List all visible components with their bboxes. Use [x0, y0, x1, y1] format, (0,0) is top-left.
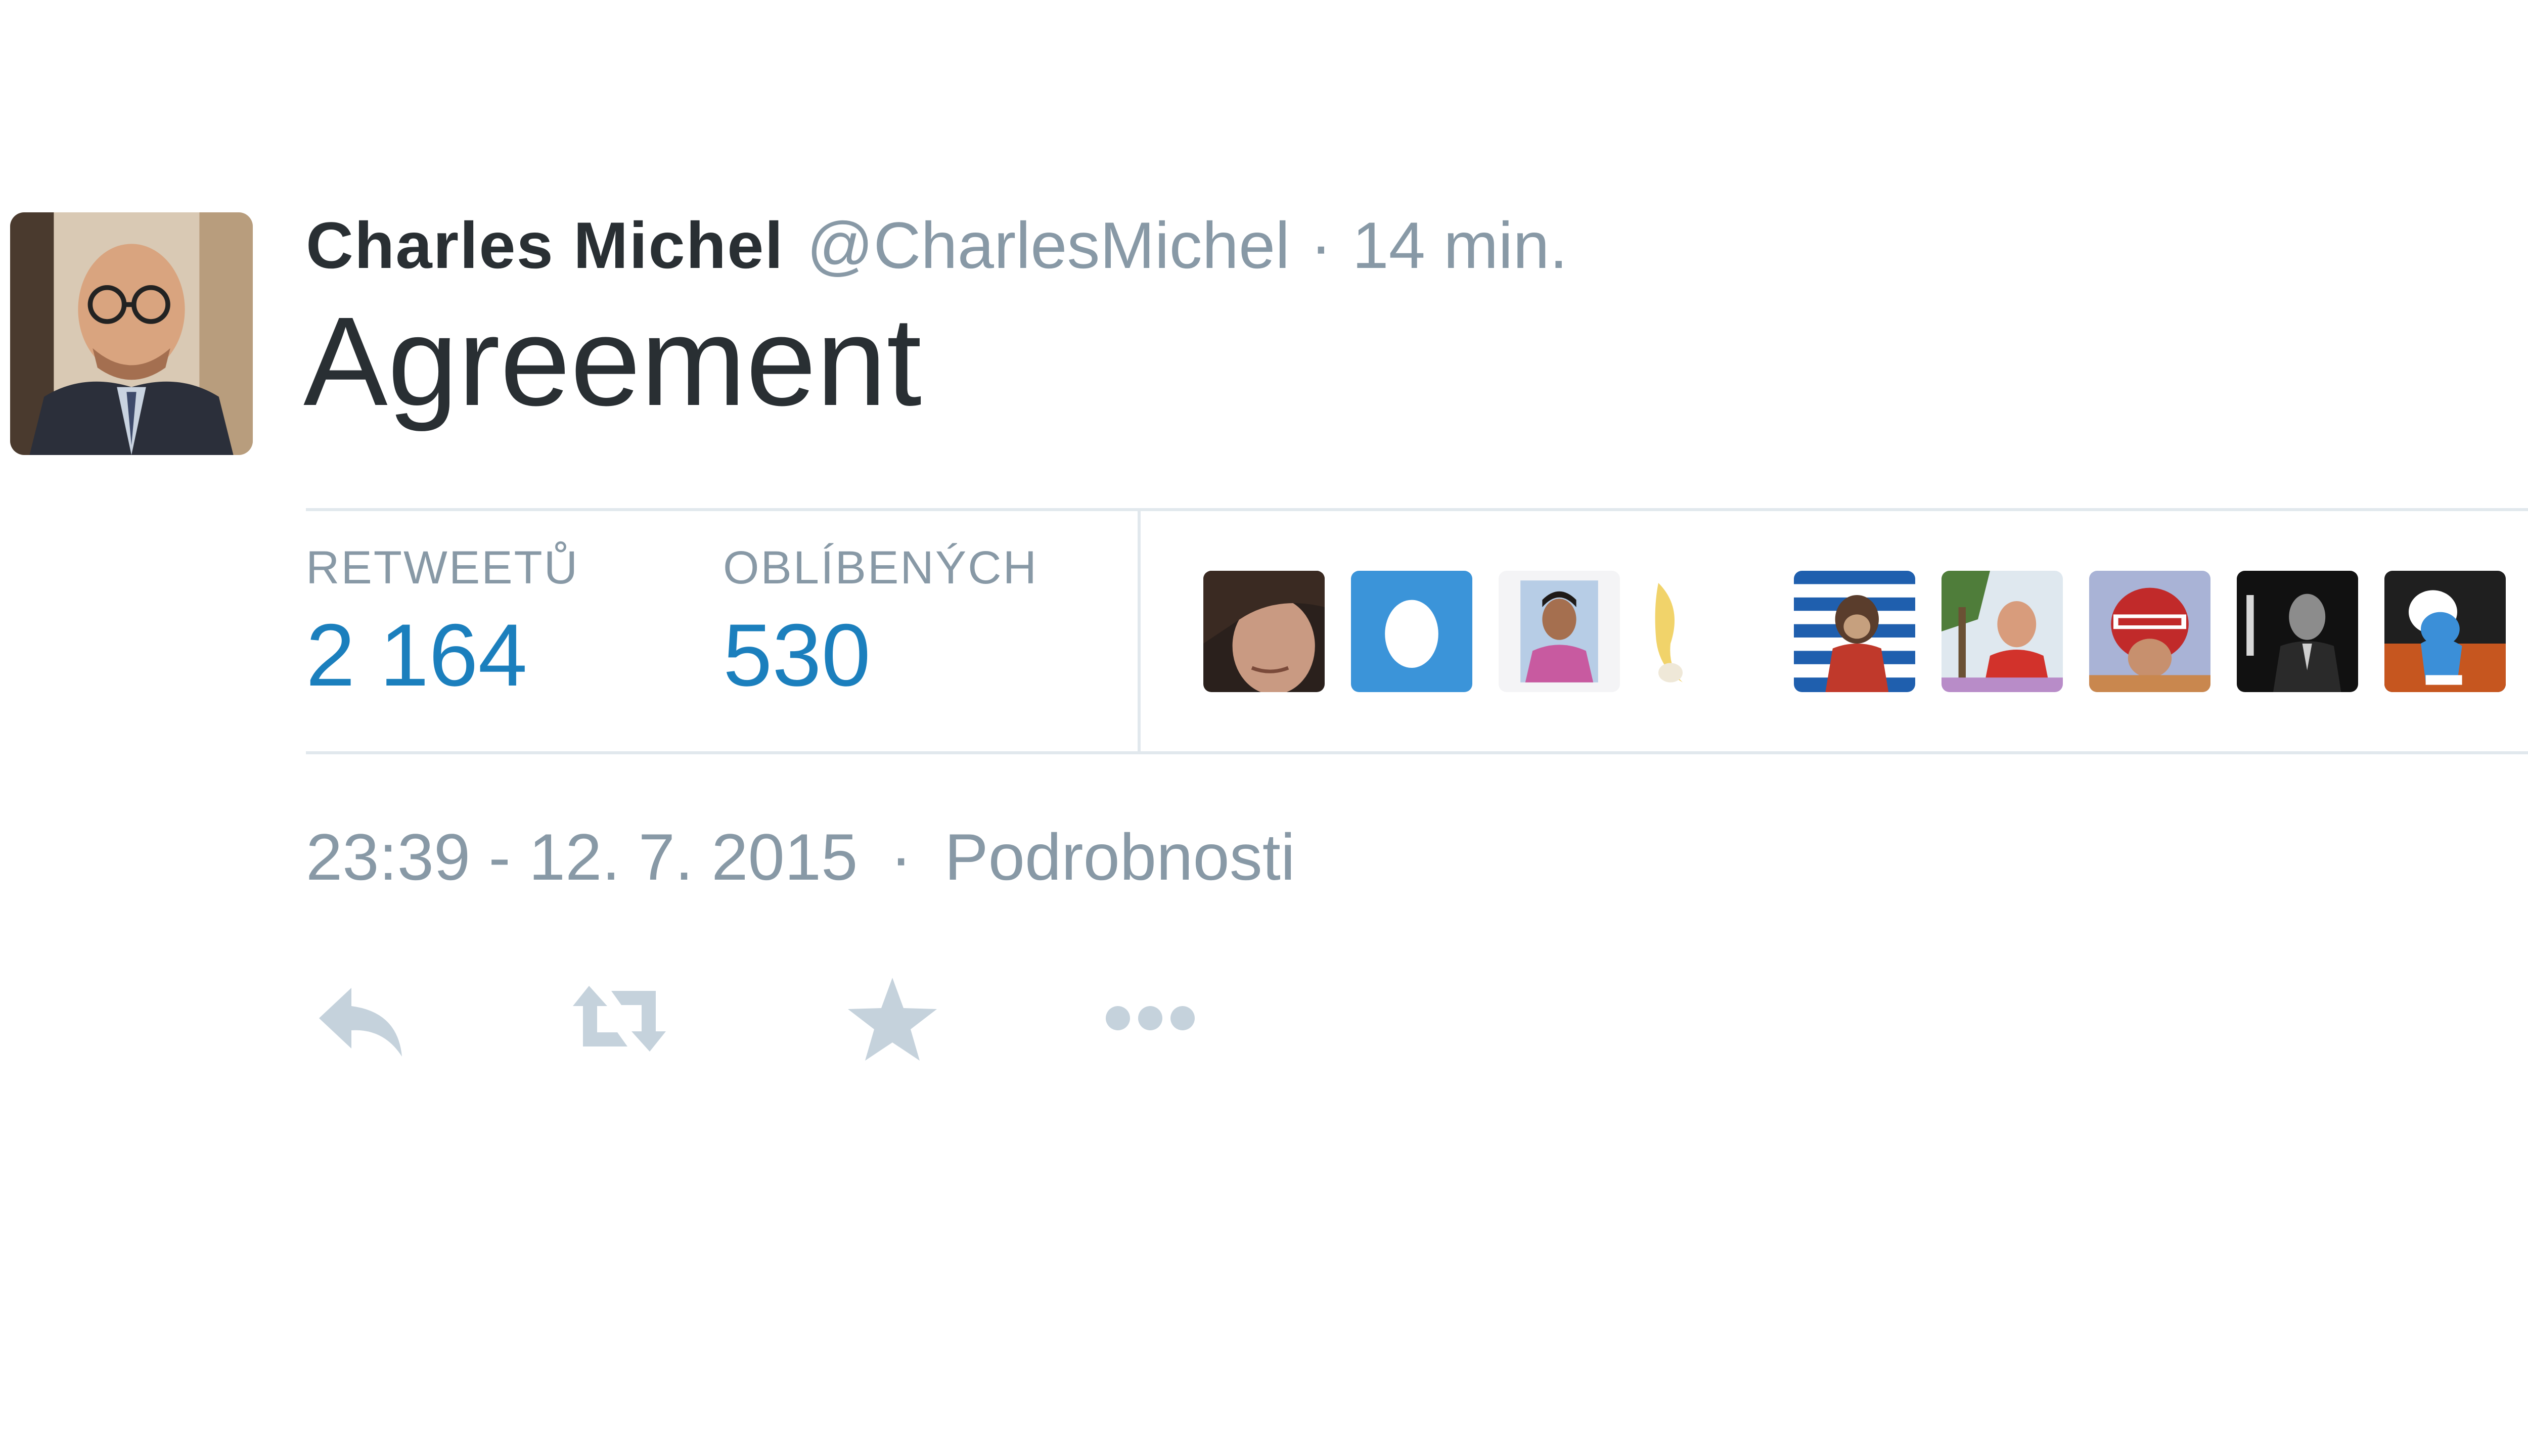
- stats-divider: [1138, 511, 1141, 751]
- tweet-header: Charles Michel @CharlesMichel · 14 min.: [306, 200, 1568, 291]
- meta-separator: ·: [890, 820, 912, 894]
- favorited-by-avatars: [1203, 571, 2506, 692]
- relative-time[interactable]: 14 min.: [1352, 207, 1567, 283]
- black-white-portrait-avatar[interactable]: [2237, 571, 2358, 692]
- red-helmet-avatar[interactable]: [2089, 571, 2210, 692]
- author-fullname[interactable]: Charles Michel: [306, 207, 784, 283]
- tweet-text: Agreement: [303, 291, 922, 432]
- details-link[interactable]: Podrobnosti: [944, 820, 1295, 894]
- man-palm-tree-avatar[interactable]: [1942, 571, 2063, 692]
- favorites-label: OBLÍBENÝCH: [723, 542, 1039, 594]
- default-egg-avatar[interactable]: [1351, 571, 1472, 692]
- author-avatar[interactable]: [10, 212, 253, 455]
- woman-avatar[interactable]: [1203, 571, 1325, 692]
- banana-avatar[interactable]: [1646, 571, 1768, 692]
- retweets-stat[interactable]: RETWEETŮ 2 164: [306, 541, 579, 706]
- stats-bar: RETWEETŮ 2 164 OBLÍBENÝCH 530: [306, 508, 2528, 754]
- greek-flag-monkey-avatar[interactable]: [1794, 571, 1915, 692]
- tweet-meta: 23:39 - 12. 7. 2015 · Podrobnosti: [306, 819, 1295, 895]
- retweet-icon[interactable]: [569, 976, 670, 1062]
- tweet-container: Charles Michel @CharlesMichel · 14 min. …: [0, 0, 2528, 1456]
- star-icon[interactable]: [842, 976, 943, 1062]
- favorites-count: 530: [723, 606, 871, 705]
- author-username[interactable]: @CharlesMichel: [807, 207, 1290, 283]
- header-separator: ·: [1310, 208, 1332, 282]
- retweets-label: RETWEETŮ: [306, 542, 579, 594]
- retweets-count: 2 164: [306, 606, 527, 705]
- smurf-avatar[interactable]: [2384, 571, 2506, 692]
- more-icon[interactable]: [1100, 976, 1201, 1062]
- man-passport-avatar[interactable]: [1499, 571, 1620, 692]
- reply-icon[interactable]: [311, 976, 412, 1062]
- tweet-timestamp[interactable]: 23:39 - 12. 7. 2015: [306, 820, 857, 894]
- favorites-stat[interactable]: OBLÍBENÝCH 530: [723, 541, 1038, 706]
